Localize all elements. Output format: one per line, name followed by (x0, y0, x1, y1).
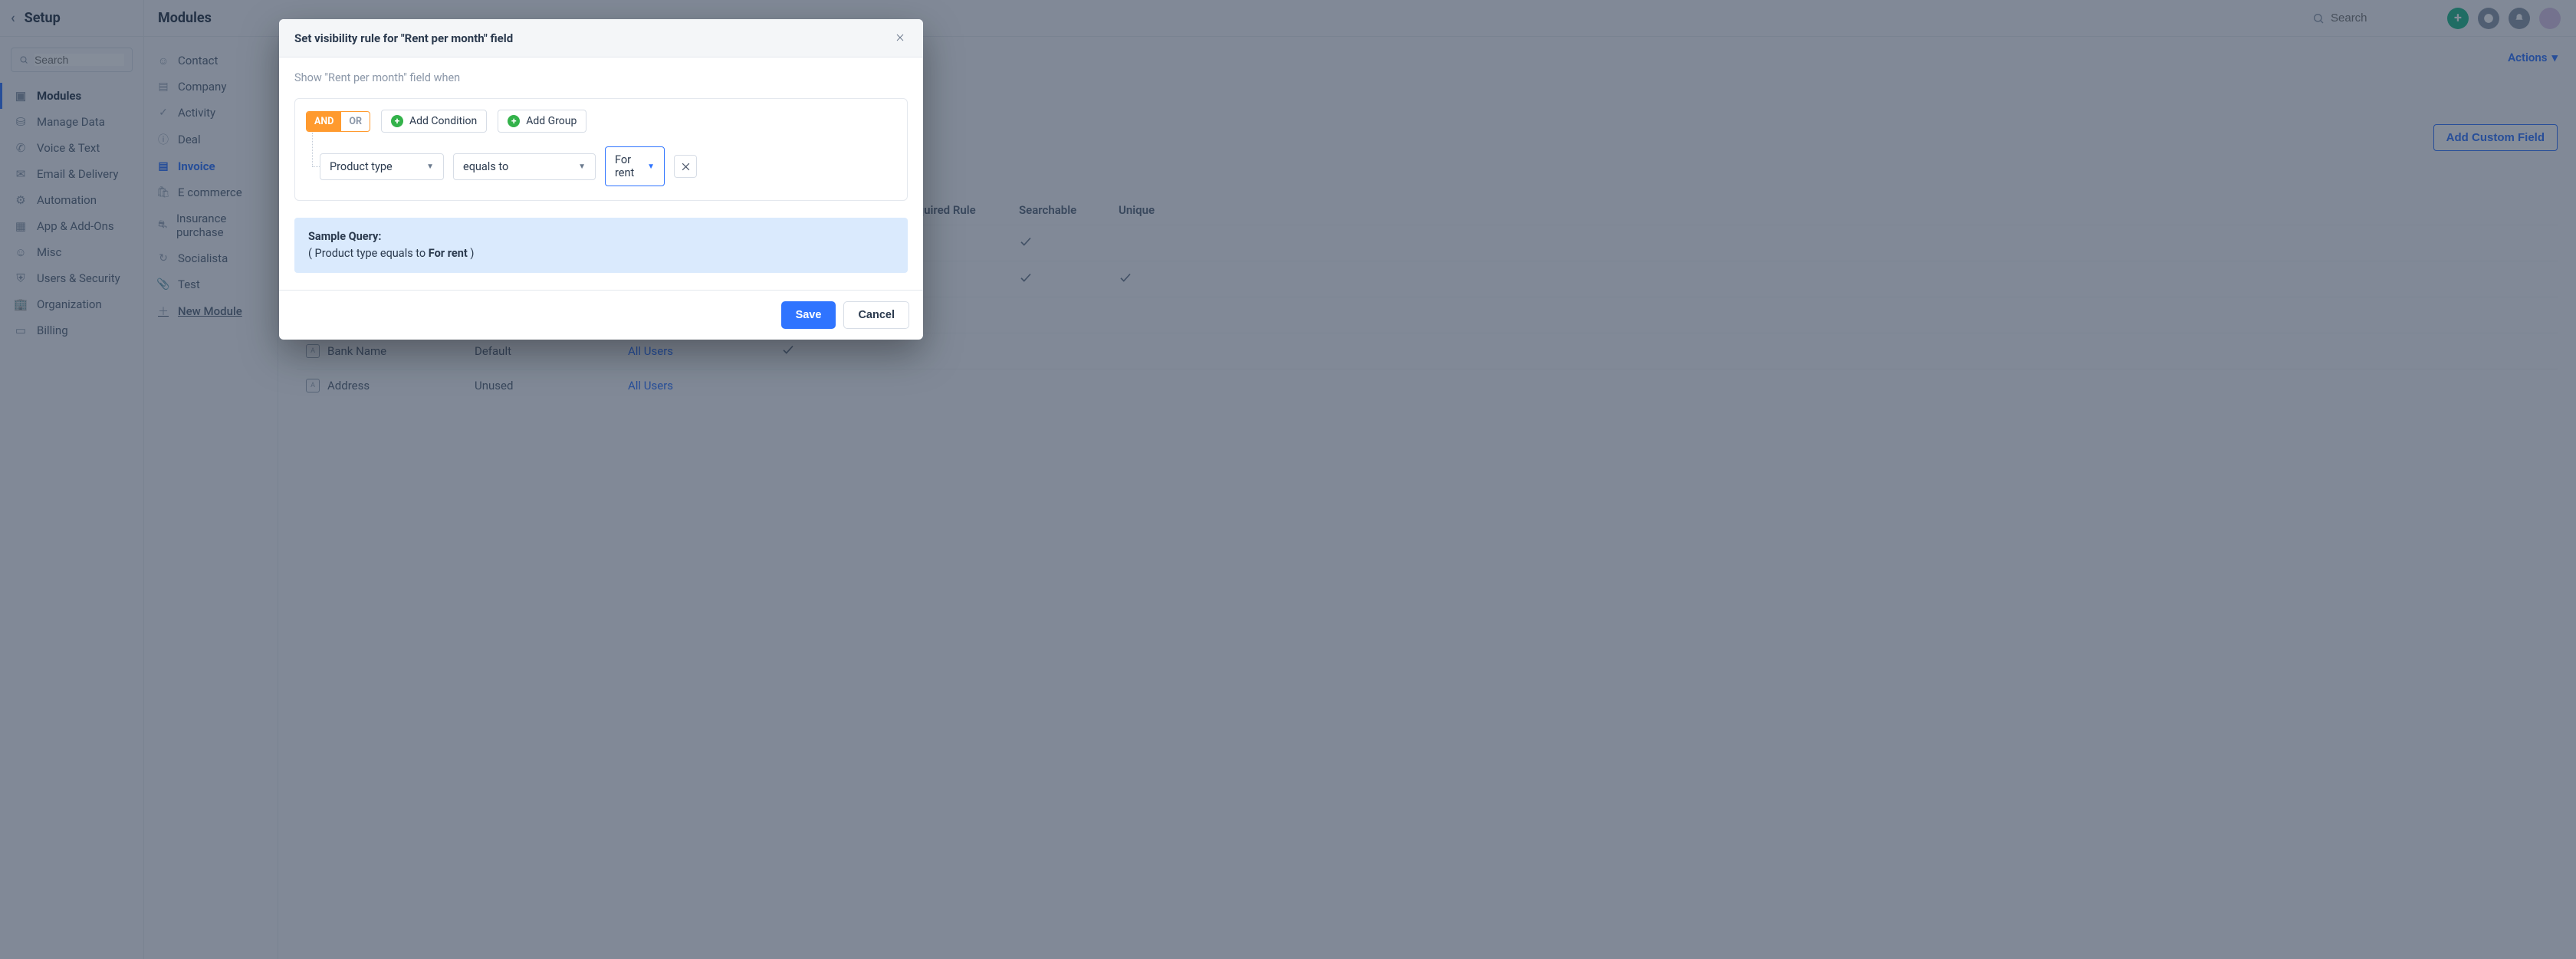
rule-builder: AND OR + Add Condition + Add Group Produ… (294, 98, 908, 201)
and-or-toggle[interactable]: AND OR (306, 111, 370, 132)
condition-operator-select[interactable]: equals to ▼ (453, 153, 596, 180)
condition-operator-label: equals to (463, 160, 508, 173)
modal-prompt: Show "Rent per month" field when (294, 71, 908, 84)
chevron-down-icon: ▼ (647, 163, 655, 171)
add-group-label: Add Group (526, 115, 577, 127)
add-condition-label: Add Condition (409, 115, 477, 127)
condition-field-label: Product type (330, 160, 393, 173)
and-option[interactable]: AND (307, 112, 341, 131)
sample-query-box: Sample Query: ( Product type equals to F… (294, 218, 908, 273)
condition-value-select[interactable]: For rent ▼ (605, 146, 665, 186)
or-option[interactable]: OR (341, 112, 370, 131)
plus-circle-icon: + (391, 115, 403, 127)
sample-query-text: ( Product type equals to For rent ) (308, 245, 894, 262)
chevron-down-icon: ▼ (426, 163, 434, 171)
visibility-rule-modal: Set visibility rule for "Rent per month"… (279, 19, 923, 340)
plus-circle-icon: + (508, 115, 520, 127)
chevron-down-icon: ▼ (578, 163, 586, 171)
add-condition-button[interactable]: + Add Condition (381, 110, 487, 133)
close-icon (895, 33, 905, 42)
add-group-button[interactable]: + Add Group (498, 110, 586, 133)
condition-row: Product type ▼ equals to ▼ For rent ▼ (306, 146, 896, 186)
sample-query-label: Sample Query: (308, 228, 894, 245)
modal-title: Set visibility rule for "Rent per month"… (294, 31, 513, 45)
condition-value-label: For rent (615, 153, 639, 179)
modal-close-button[interactable] (892, 28, 908, 48)
close-icon (681, 162, 691, 172)
condition-field-select[interactable]: Product type ▼ (320, 153, 444, 180)
remove-condition-button[interactable] (674, 155, 697, 178)
save-button[interactable]: Save (781, 301, 836, 329)
cancel-button[interactable]: Cancel (843, 301, 909, 329)
